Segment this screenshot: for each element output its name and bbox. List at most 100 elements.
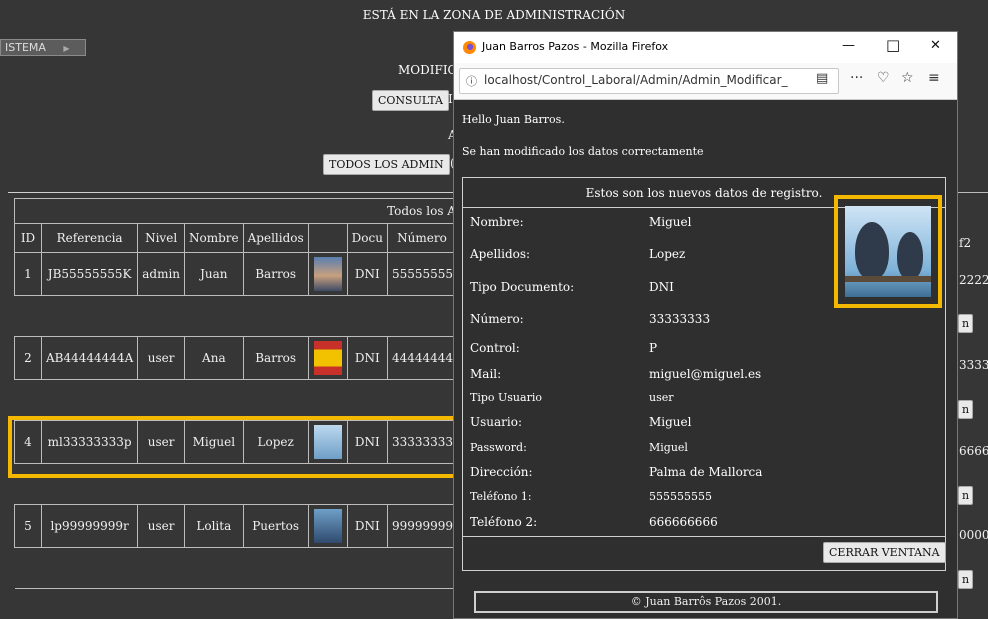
col-header-nombre: Nombre [184, 223, 244, 253]
reader-view-icon[interactable]: ▤ [816, 71, 828, 86]
field-value-direccion: Palma de Mallorca [649, 465, 763, 479]
hamburger-menu-icon[interactable]: ≡ [928, 70, 940, 86]
cell-nombre: Lolita [184, 504, 244, 548]
field-value-tipo-documento: DNI [649, 280, 674, 294]
window-titlebar: Juan Barros Pazos - Mozilla Firefox — □ … [454, 32, 957, 63]
row-spacer [14, 547, 457, 589]
field-label-nombre: Nombre: [470, 215, 524, 229]
footer-copyright: © Juan Barrôs Pazos 2001. [474, 591, 938, 613]
table-row: 1 JB55555555K admin Juan Barros DNI 5555… [14, 252, 457, 296]
page-title: ESTÁ EN LA ZONA DE ADMINISTRACIÓN [362, 8, 626, 22]
cell-image [307, 252, 348, 296]
window-title: Juan Barros Pazos - Mozilla Firefox [482, 40, 669, 53]
field-label-telefono-2: Teléfono 2: [470, 515, 538, 529]
cell-nivel: admin [137, 252, 186, 296]
todos-admin-button[interactable]: TODOS LOS ADMIN [323, 154, 450, 175]
cell-apellidos: Puertos [242, 504, 309, 548]
field-label-control: Control: [470, 341, 520, 355]
field-value-mail: miguel@miguel.es [649, 367, 762, 381]
box-bottom-divider [462, 536, 946, 537]
row-spacer [14, 379, 457, 421]
field-value-nombre: Miguel [649, 215, 692, 229]
cell-nivel: user [137, 336, 186, 380]
col-header-id: ID [14, 223, 42, 253]
field-value-usuario: Miguel [649, 415, 692, 429]
field-label-tipo-documento: Tipo Documento: [470, 280, 575, 294]
field-label-apellidos: Apellidos: [470, 247, 531, 261]
cell-nombre: Ana [184, 336, 244, 380]
field-value-telefono-2: 666666666 [649, 515, 718, 529]
bookmark-star-icon[interactable]: ☆ [901, 70, 914, 86]
firefox-popup-window: Juan Barros Pazos - Mozilla Firefox — □ … [453, 31, 958, 619]
birds-photo-icon [845, 206, 931, 297]
close-window-button[interactable]: CERRAR VENTANA [823, 542, 946, 563]
address-bar[interactable]: ⓘ localhost/Control_Laboral/Admin/Admin_… [459, 68, 839, 94]
field-value-numero: 33333333 [649, 312, 711, 326]
field-label-usuario: Usuario: [470, 415, 522, 429]
right-cell: 3333 [959, 358, 988, 372]
field-value-telefono-1: 555555555 [649, 490, 712, 503]
cell-nivel: user [137, 504, 186, 548]
cell-doc: DNI [346, 252, 388, 296]
maximize-icon[interactable]: □ [886, 36, 900, 54]
row-edit-button[interactable]: n [958, 400, 974, 419]
modify-heading: MODIFIC [398, 63, 457, 77]
col-header-image [307, 223, 348, 253]
field-value-tipo-usuario: user [649, 391, 674, 404]
bird-right-icon [897, 232, 923, 280]
cell-ref: JB55555555K [40, 252, 139, 296]
pocket-icon[interactable]: ♡ [877, 70, 890, 86]
field-value-control: P [649, 341, 658, 355]
cell-doc: DNI [346, 504, 388, 548]
table-row: 5 lp99999999r user Lolita Puertos DNI 99… [14, 504, 457, 548]
cell-numero: 44444444 [386, 336, 457, 380]
consulta-button[interactable]: CONSULTA [372, 90, 449, 111]
cell-id: 2 [14, 336, 42, 380]
row-edit-button[interactable]: n [958, 570, 974, 589]
right-col-header: f2 [959, 236, 972, 250]
cell-doc: DNI [346, 336, 388, 380]
minimize-icon[interactable]: — [842, 38, 855, 53]
field-label-tipo-usuario: Tipo Usuario [470, 391, 542, 404]
system-menu-label: ISTEMA [5, 41, 46, 54]
user-photo-icon [313, 257, 342, 291]
greeting-text: Hello Juan Barros. [462, 113, 565, 126]
table-row: 2 AB44444444A user Ana Barros DNI 444444… [14, 336, 457, 380]
url-text: localhost/Control_Laboral/Admin/Admin_Mo… [484, 73, 788, 87]
cell-apellidos: Barros [242, 252, 309, 296]
cell-numero: 99999999 [386, 504, 457, 548]
user-photo-highlight [834, 195, 942, 308]
more-actions-icon[interactable]: ··· [850, 70, 863, 86]
cell-ref: lp99999999r [40, 504, 139, 548]
system-menu-button[interactable]: ISTEMA ▶ [0, 39, 86, 56]
table-caption: Todos los A [14, 198, 457, 224]
bird-left-icon [855, 222, 889, 280]
col-header-docu: Docu [346, 223, 388, 253]
right-cell: 0000 [959, 528, 988, 542]
col-header-referencia: Referencia [40, 223, 139, 253]
selected-row-highlight [8, 416, 457, 478]
col-header-nivel: Nivel [137, 223, 186, 253]
cell-nombre: Juan [184, 252, 244, 296]
col-header-apellidos: Apellidos [242, 223, 309, 253]
success-message: Se han modificado los datos correctament… [462, 145, 704, 158]
field-value-apellidos: Lopez [649, 247, 686, 261]
row-edit-button[interactable]: n [958, 314, 974, 333]
flag-photo-icon [313, 341, 342, 375]
field-label-telefono-1: Teléfono 1: [470, 490, 532, 503]
row-spacer [14, 295, 457, 337]
close-icon[interactable]: ✕ [930, 38, 941, 53]
right-cell: 6666 [959, 444, 988, 458]
field-label-mail: Mail: [470, 367, 502, 381]
col-header-numero: Número [386, 223, 457, 253]
field-value-password: Miguel [649, 441, 688, 454]
row-edit-button[interactable]: n [958, 486, 974, 505]
info-icon[interactable]: ⓘ [466, 73, 477, 89]
cell-image [307, 504, 348, 548]
menu-arrow-icon: ▶ [63, 44, 70, 53]
bird-photo-icon [313, 509, 342, 543]
cell-id: 5 [14, 504, 42, 548]
field-label-direccion: Dirección: [470, 465, 533, 479]
right-cell: 2222 [959, 273, 988, 287]
firefox-logo-icon [463, 41, 476, 54]
